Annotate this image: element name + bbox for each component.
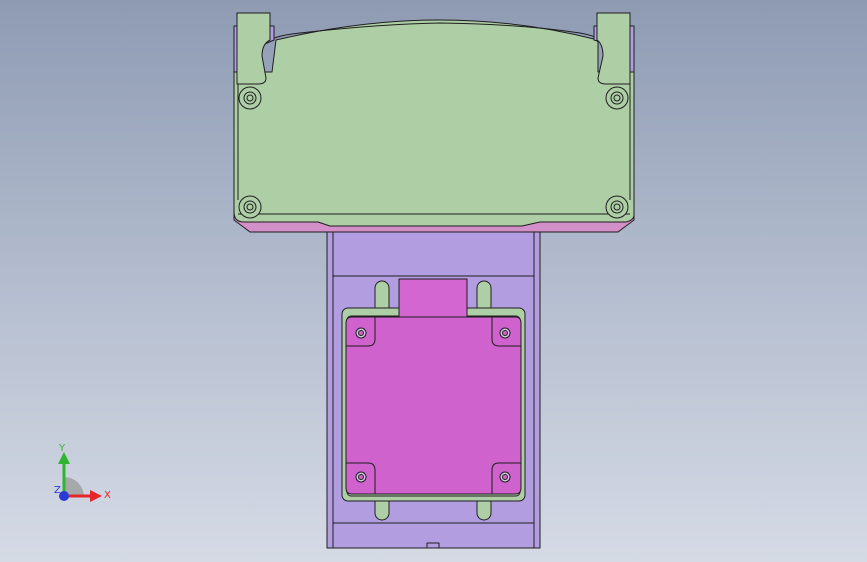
orientation-triad[interactable]: Y X Z [40,440,120,510]
motor-block[interactable] [345,316,522,495]
connector-block[interactable] [398,278,468,320]
mounting-screw[interactable] [238,86,262,110]
cad-viewport[interactable] [0,0,867,562]
y-axis-label: Y [58,443,66,454]
mounting-screw[interactable] [605,195,629,219]
side-clamp-right[interactable] [596,12,631,85]
side-clamp-left[interactable] [236,12,271,85]
mounting-screw[interactable] [605,86,629,110]
x-axis-arrowhead [90,490,102,502]
assembly-model[interactable] [233,12,635,549]
z-axis-label: Z [54,485,61,496]
mounting-screw[interactable] [238,195,262,219]
x-axis-label: X [104,490,111,501]
top-cover[interactable] [233,19,635,227]
